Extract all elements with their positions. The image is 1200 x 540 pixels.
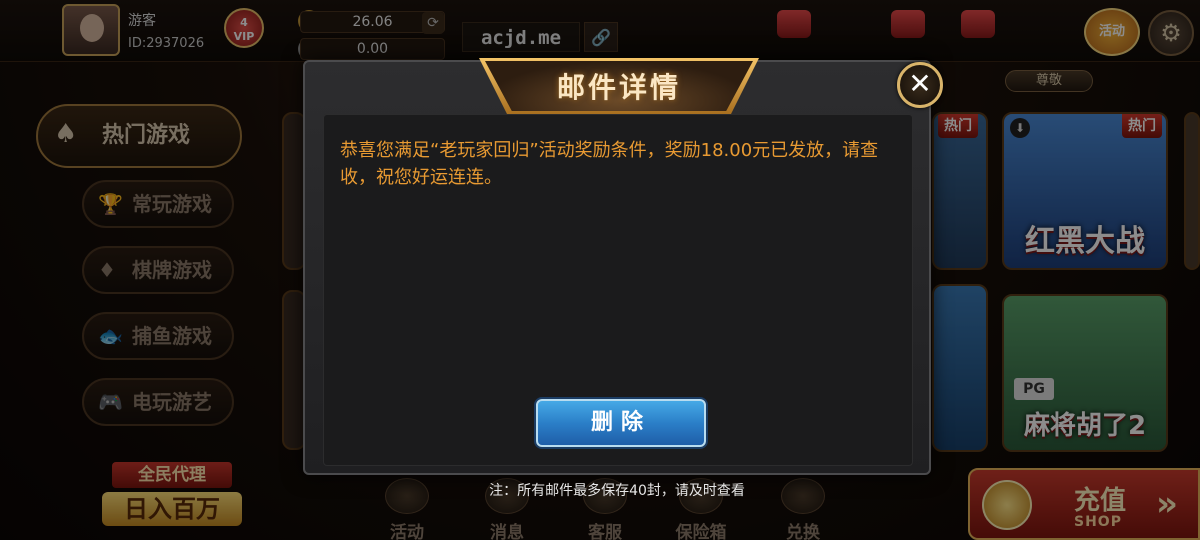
mail-detail-dialog: 邮件详情 ✕ 恭喜您满足“老玩家回归”活动奖励条件，奖励18.00元已发放，请查…: [303, 58, 943, 475]
dialog-title: 邮件详情: [556, 71, 681, 104]
close-icon[interactable]: ✕: [897, 62, 943, 108]
mail-storage-note: 注：所有邮件最多保存40封，请及时查看: [489, 483, 745, 499]
mail-message: 恭喜您满足“老玩家回归”活动奖励条件，奖励18.00元已发放，请查收，祝您好运连…: [340, 140, 879, 188]
delete-button[interactable]: 删除: [536, 399, 706, 447]
mail-content-panel: 恭喜您满足“老玩家回归”活动奖励条件，奖励18.00元已发放，请查收，祝您好运连…: [323, 114, 913, 466]
